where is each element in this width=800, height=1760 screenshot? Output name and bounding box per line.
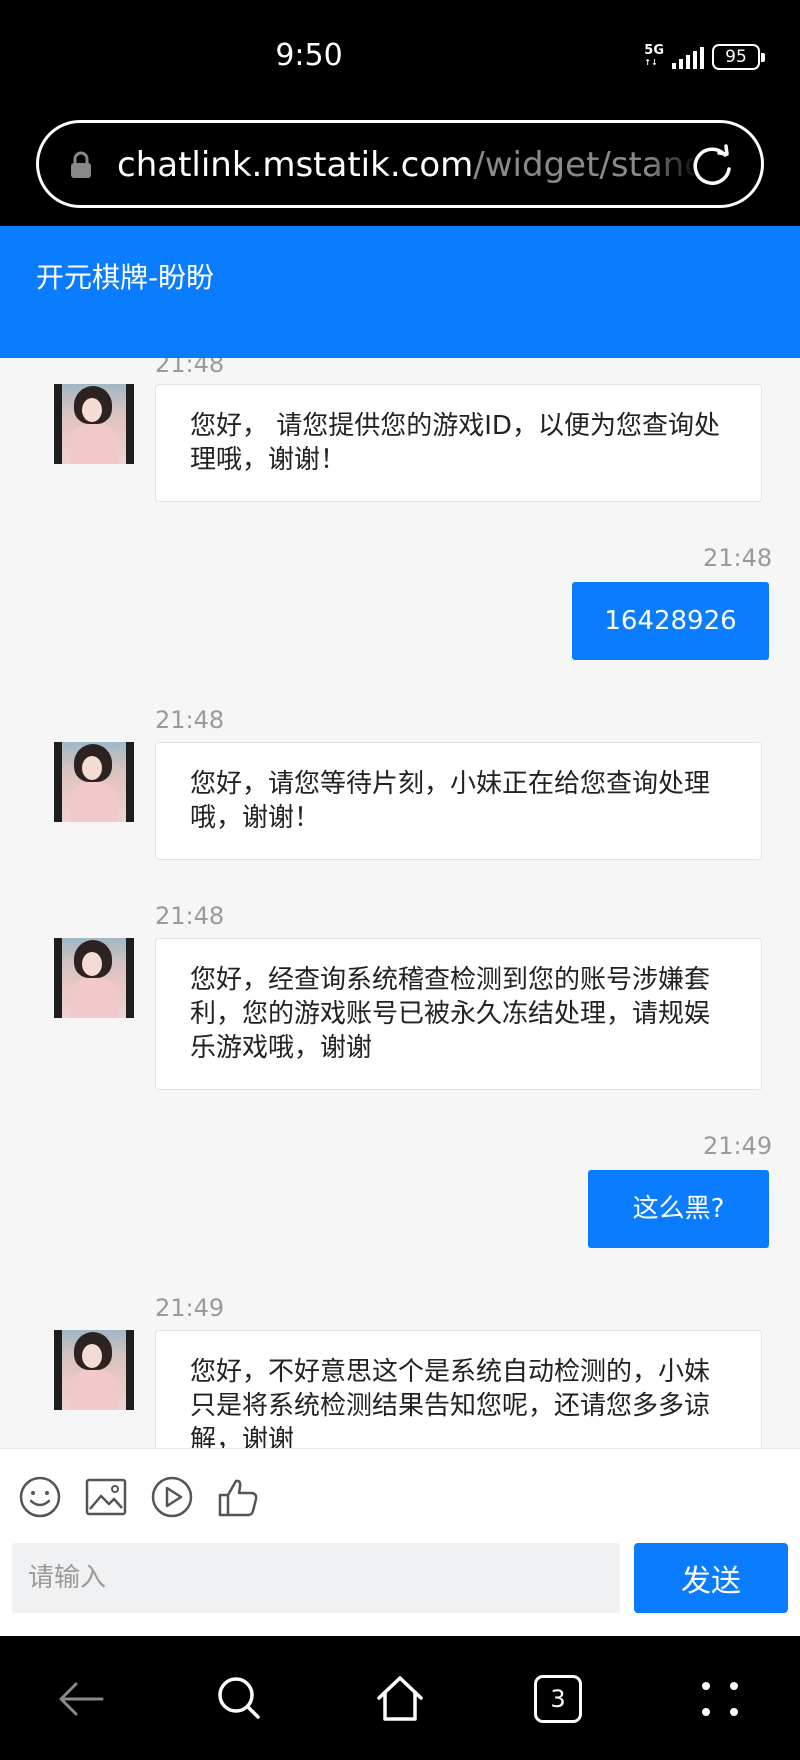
search-icon[interactable] xyxy=(212,1672,266,1726)
status-indicators: 5G ↑↓ 95 xyxy=(644,43,765,70)
message-time: 21:49 xyxy=(703,1132,773,1160)
battery-icon: 95 xyxy=(712,44,765,70)
message-time: 21:48 xyxy=(155,706,225,734)
status-bar: 9:50 5G ↑↓ 95 xyxy=(0,0,800,118)
video-icon[interactable] xyxy=(150,1475,194,1519)
chat-title: 开元棋牌-盼盼 xyxy=(36,261,215,294)
agent-avatar xyxy=(54,938,134,1018)
back-arrow-icon[interactable] xyxy=(54,1672,108,1726)
user-message: 16428926 xyxy=(572,582,769,660)
user-message: 这么黑? xyxy=(588,1170,769,1248)
agent-message: 您好，请您等待片刻，小妹正在给您查询处理哦，谢谢！ xyxy=(155,742,762,860)
network-type: 5G ↑↓ xyxy=(644,43,664,67)
home-icon[interactable] xyxy=(373,1672,427,1726)
message-composer: 发送 xyxy=(0,1448,800,1636)
message-input[interactable] xyxy=(12,1543,620,1613)
agent-avatar xyxy=(54,384,134,464)
image-icon[interactable] xyxy=(84,1475,128,1519)
lock-icon xyxy=(71,151,91,178)
agent-message: 您好，不好意思这个是系统自动检测的，小妹只是将系统检测结果告知您呢，还请您多多谅… xyxy=(155,1330,762,1448)
agent-message: 您好，经查询系统稽查检测到您的账号涉嫌套利，您的游戏账号已被永久冻结处理，请规娱… xyxy=(155,938,762,1090)
thumbs-up-icon[interactable] xyxy=(216,1475,260,1519)
more-options-icon[interactable] xyxy=(694,1672,748,1726)
address-bar[interactable]: chatlink.mstatik.com/widget/standa xyxy=(36,120,764,208)
agent-avatar xyxy=(54,742,134,822)
status-time: 9:50 xyxy=(275,38,343,73)
message-time: 21:49 xyxy=(155,1294,225,1322)
agent-avatar xyxy=(54,1330,134,1410)
chat-header: 开元棋牌-盼盼 xyxy=(0,226,800,358)
send-button[interactable]: 发送 xyxy=(634,1543,788,1613)
message-time: 21:48 xyxy=(155,358,225,378)
browser-nav-bar: 3 xyxy=(0,1636,800,1760)
emoji-icon[interactable] xyxy=(18,1475,62,1519)
url-text[interactable]: chatlink.mstatik.com/widget/standa xyxy=(117,143,697,187)
chat-messages[interactable]: 21:48 您好， 请您提供您的游戏ID，以便为您查询处理哦，谢谢！ 21:48… xyxy=(0,358,800,1448)
message-time: 21:48 xyxy=(155,902,225,930)
tabs-button[interactable]: 3 xyxy=(534,1675,582,1723)
signal-icon xyxy=(672,45,704,69)
message-time: 21:48 xyxy=(703,544,773,572)
reload-icon[interactable] xyxy=(689,143,735,189)
agent-message: 您好， 请您提供您的游戏ID，以便为您查询处理哦，谢谢！ xyxy=(155,384,762,502)
